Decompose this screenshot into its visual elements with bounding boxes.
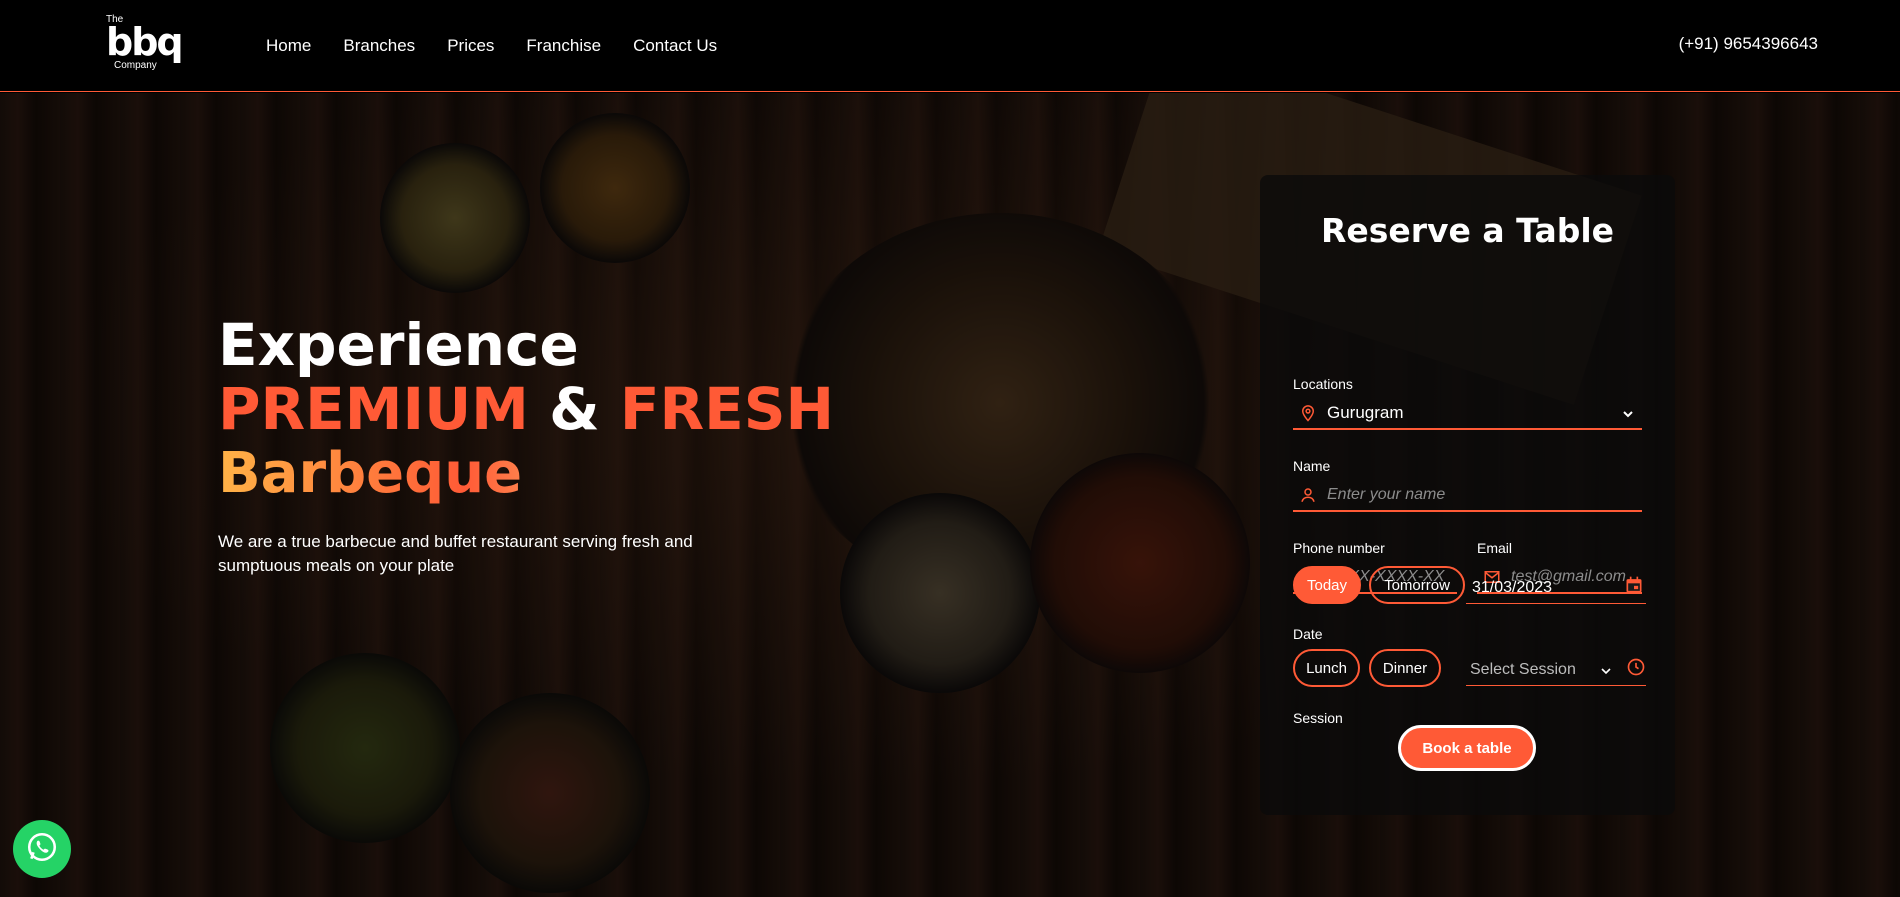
- chevron-down-icon: [1622, 407, 1634, 419]
- nav-contact-us[interactable]: Contact Us: [633, 36, 717, 56]
- session-placeholder: Select Session: [1470, 660, 1576, 678]
- location-pin-icon: [1299, 404, 1317, 422]
- lunch-button[interactable]: Lunch: [1293, 649, 1360, 687]
- site-header: The bbq Company Home Branches Prices Fra…: [0, 0, 1900, 92]
- name-field[interactable]: [1293, 480, 1642, 512]
- nav-franchise[interactable]: Franchise: [526, 36, 601, 56]
- clock-icon: [1626, 657, 1646, 682]
- headline-ampersand: &: [528, 375, 620, 443]
- hero-subtitle: We are a true barbecue and buffet restau…: [218, 532, 693, 575]
- session-label: Session: [1293, 710, 1343, 726]
- nav-home[interactable]: Home: [266, 36, 311, 56]
- logo-company: Company: [114, 60, 157, 71]
- reserve-title: Reserve a Table: [1320, 211, 1615, 250]
- phone-label: Phone number: [1293, 540, 1385, 556]
- headline-line-3: Barbeque: [218, 441, 834, 507]
- headline-line-2: PREMIUM & FRESH: [218, 377, 834, 441]
- date-value: 31/03/2023: [1472, 578, 1553, 596]
- calendar-icon[interactable]: [1624, 575, 1644, 600]
- chevron-down-icon: [1600, 664, 1612, 676]
- main-nav: Home Branches Prices Franchise Contact U…: [266, 0, 749, 92]
- dinner-button[interactable]: Dinner: [1369, 649, 1441, 687]
- headline-line-1: Experience: [218, 311, 579, 379]
- location-select[interactable]: Gurugram: [1293, 398, 1642, 430]
- book-table-button[interactable]: Book a table: [1398, 725, 1536, 771]
- tomorrow-button[interactable]: Tomorrow: [1369, 566, 1465, 604]
- name-label: Name: [1293, 458, 1331, 474]
- header-phone[interactable]: (+91) 9654396643: [1679, 34, 1818, 54]
- hero-section: Experience PREMIUM & FRESH Barbeque We a…: [0, 93, 1900, 897]
- headline-fresh: FRESH: [619, 375, 835, 443]
- user-icon: [1299, 486, 1317, 504]
- email-label: Email: [1477, 540, 1513, 556]
- reserve-table-card: Reserve a Table Locations Gurugram Name …: [1260, 175, 1675, 815]
- nav-branches[interactable]: Branches: [343, 36, 415, 56]
- headline-premium: PREMIUM: [218, 375, 529, 443]
- location-label: Locations: [1293, 376, 1353, 392]
- session-select[interactable]: Select Session: [1466, 654, 1646, 686]
- location-value: Gurugram: [1327, 403, 1404, 422]
- date-picker[interactable]: 31/03/2023: [1466, 572, 1646, 604]
- date-label: Date: [1293, 626, 1323, 642]
- hero-headline: Experience PREMIUM & FRESH Barbeque: [218, 313, 834, 507]
- whatsapp-icon: [25, 830, 59, 869]
- nav-prices[interactable]: Prices: [447, 36, 494, 56]
- whatsapp-button[interactable]: [13, 820, 71, 878]
- logo[interactable]: The bbq Company: [104, 14, 184, 72]
- today-button[interactable]: Today: [1293, 566, 1361, 604]
- name-input[interactable]: [1327, 486, 1642, 504]
- logo-mark: bbq: [106, 20, 184, 64]
